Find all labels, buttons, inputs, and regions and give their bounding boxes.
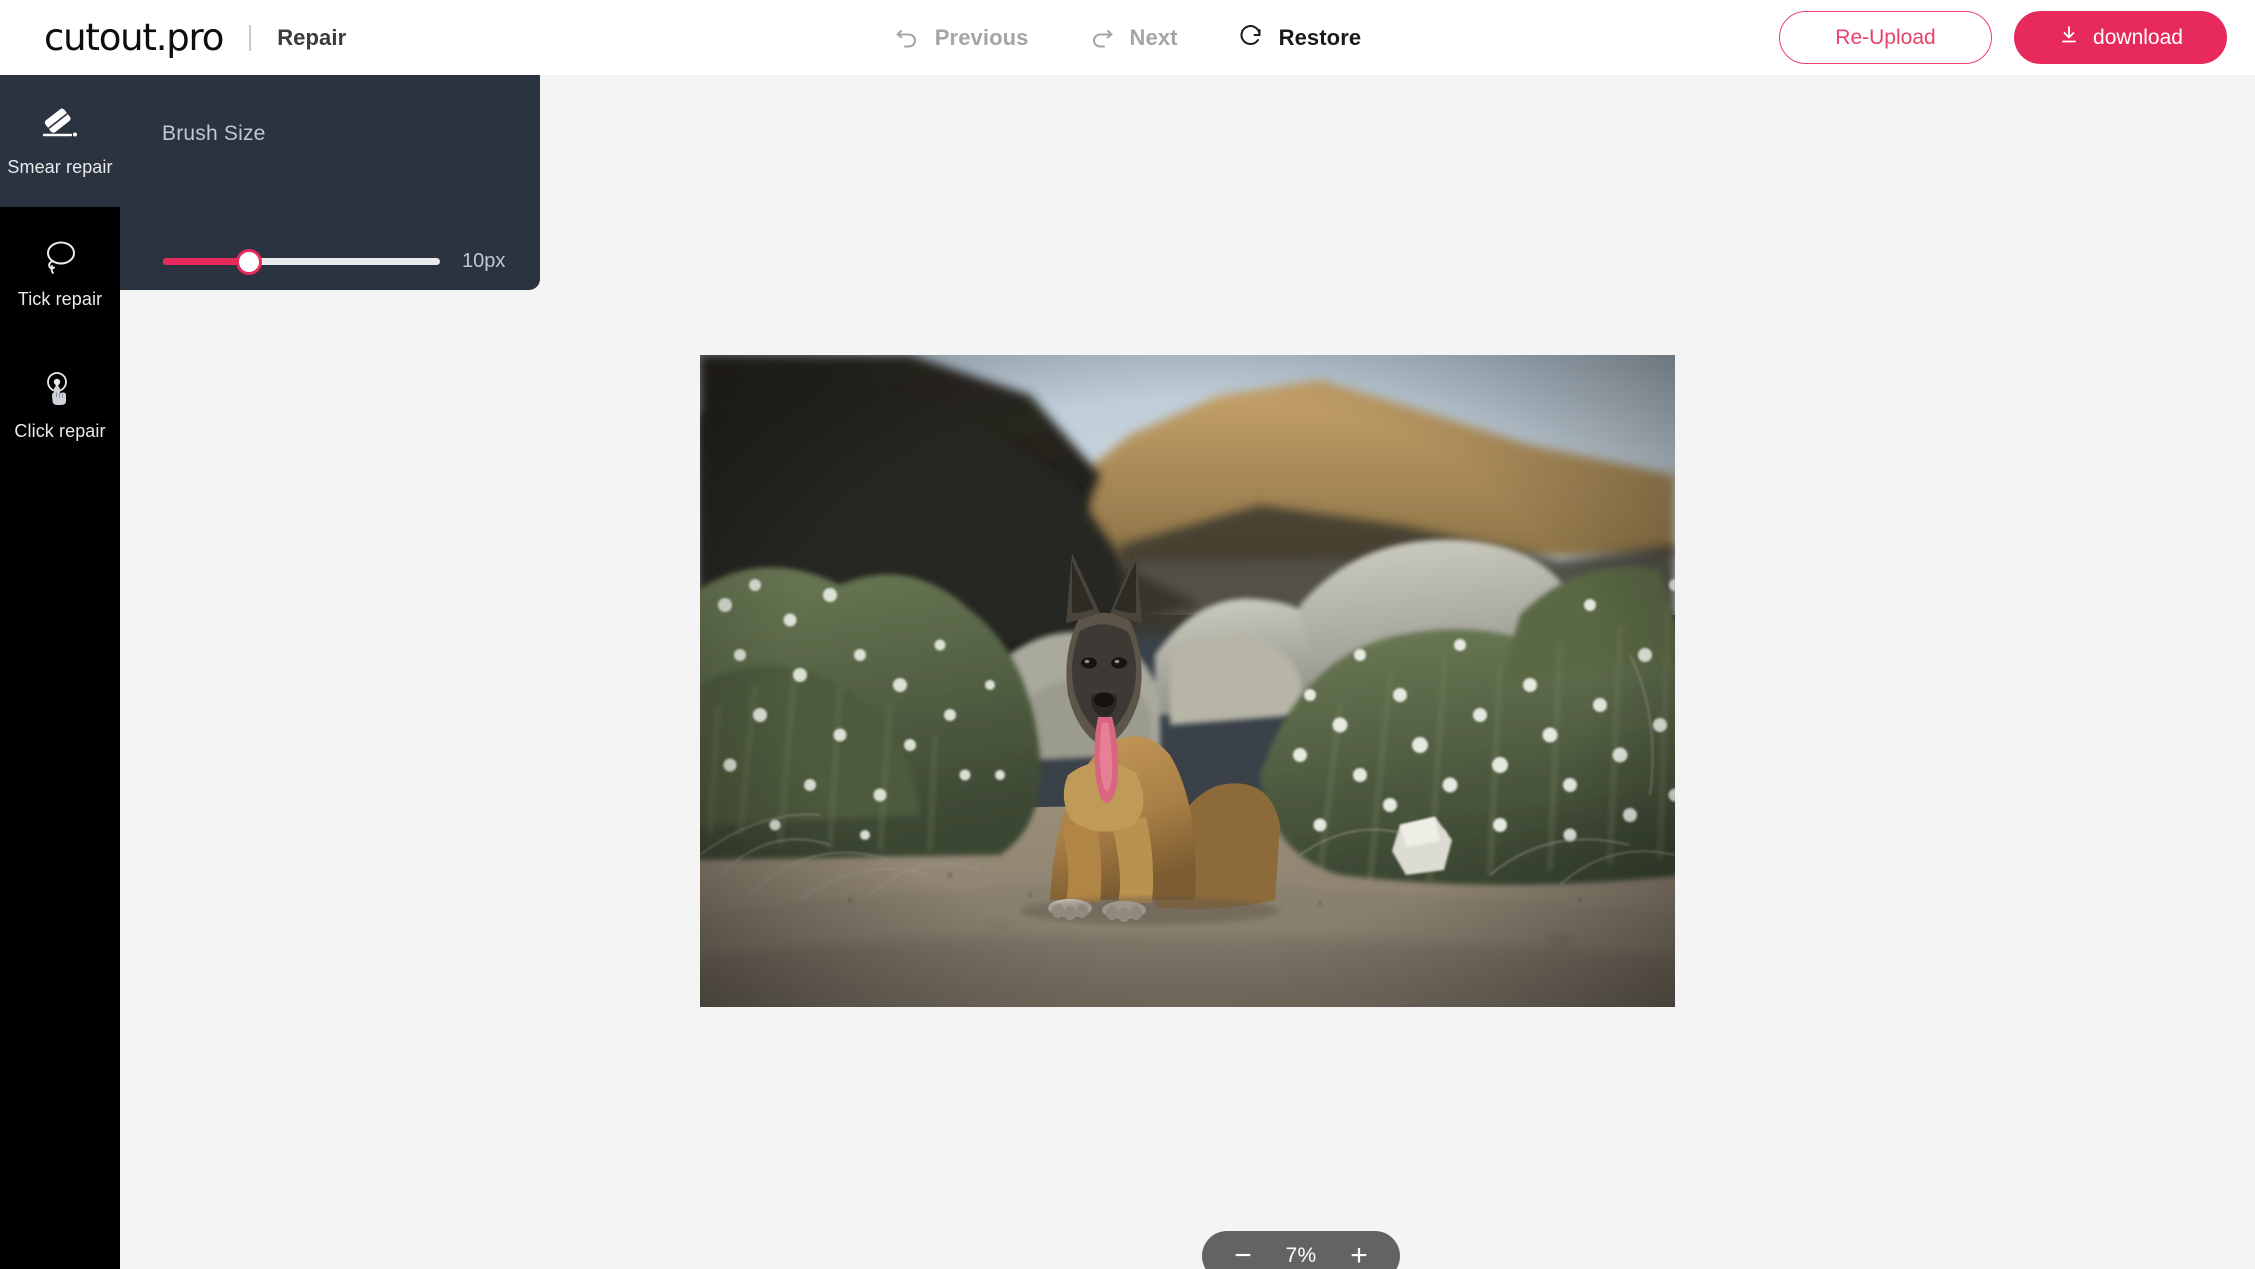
restore-button[interactable]: Restore (1238, 23, 1362, 52)
re-upload-button[interactable]: Re-Upload (1779, 11, 1992, 64)
zoom-control: − 7% + (1202, 1231, 1400, 1269)
previous-label: Previous (934, 24, 1029, 50)
refresh-circle-icon (1238, 23, 1264, 52)
restore-label: Restore (1278, 24, 1362, 50)
previous-button[interactable]: Previous (894, 23, 1029, 52)
editing-photo[interactable] (700, 355, 1675, 1007)
sidebar-item-label: Smear repair (7, 156, 113, 177)
tap-hand-icon (37, 369, 83, 409)
sidebar-item-tick-repair[interactable]: Tick repair (0, 207, 120, 339)
app-header: cutout.pro Repair Previous Next Restore … (0, 0, 2255, 75)
zoom-out-button[interactable]: − (1228, 1241, 1258, 1269)
sidebar-item-label: Click repair (14, 420, 106, 441)
tool-sidebar: Smear repair Tick repair Click repair (0, 75, 120, 1269)
next-button[interactable]: Next (1089, 23, 1178, 52)
download-arrow-icon (2058, 24, 2080, 52)
lasso-icon (37, 237, 83, 277)
repair-editor-app: cutout.pro Repair Previous Next Restore … (0, 0, 2255, 1269)
eraser-icon (37, 105, 83, 145)
action-buttons: Re-Upload download (1779, 0, 2227, 75)
zoom-in-button[interactable]: + (1344, 1241, 1374, 1269)
photo-illustration (700, 355, 1675, 1007)
download-button[interactable]: download (2014, 11, 2227, 64)
brand-block: cutout.pro Repair (44, 0, 346, 75)
slider-thumb[interactable] (235, 248, 262, 275)
sidebar-item-label: Tick repair (17, 288, 103, 309)
undo-arrow-icon (894, 23, 920, 52)
next-label: Next (1129, 24, 1178, 50)
redo-arrow-icon (1089, 23, 1115, 52)
brush-settings-panel: Brush Size 10px (120, 75, 540, 290)
download-label: download (2093, 25, 2183, 49)
brand-divider (249, 24, 252, 51)
sidebar-item-smear-repair[interactable]: Smear repair (0, 75, 120, 207)
brush-size-slider[interactable] (163, 248, 440, 275)
page-title: Repair (277, 24, 347, 50)
brush-size-value: 10px (462, 250, 506, 272)
brush-size-label: Brush Size (162, 122, 266, 145)
cutout-pro-logo[interactable]: cutout.pro (44, 19, 224, 56)
brush-size-slider-row: 10px (163, 248, 506, 275)
sidebar-item-click-repair[interactable]: Click repair (0, 339, 120, 471)
zoom-level-label: 7% (1285, 1244, 1317, 1267)
